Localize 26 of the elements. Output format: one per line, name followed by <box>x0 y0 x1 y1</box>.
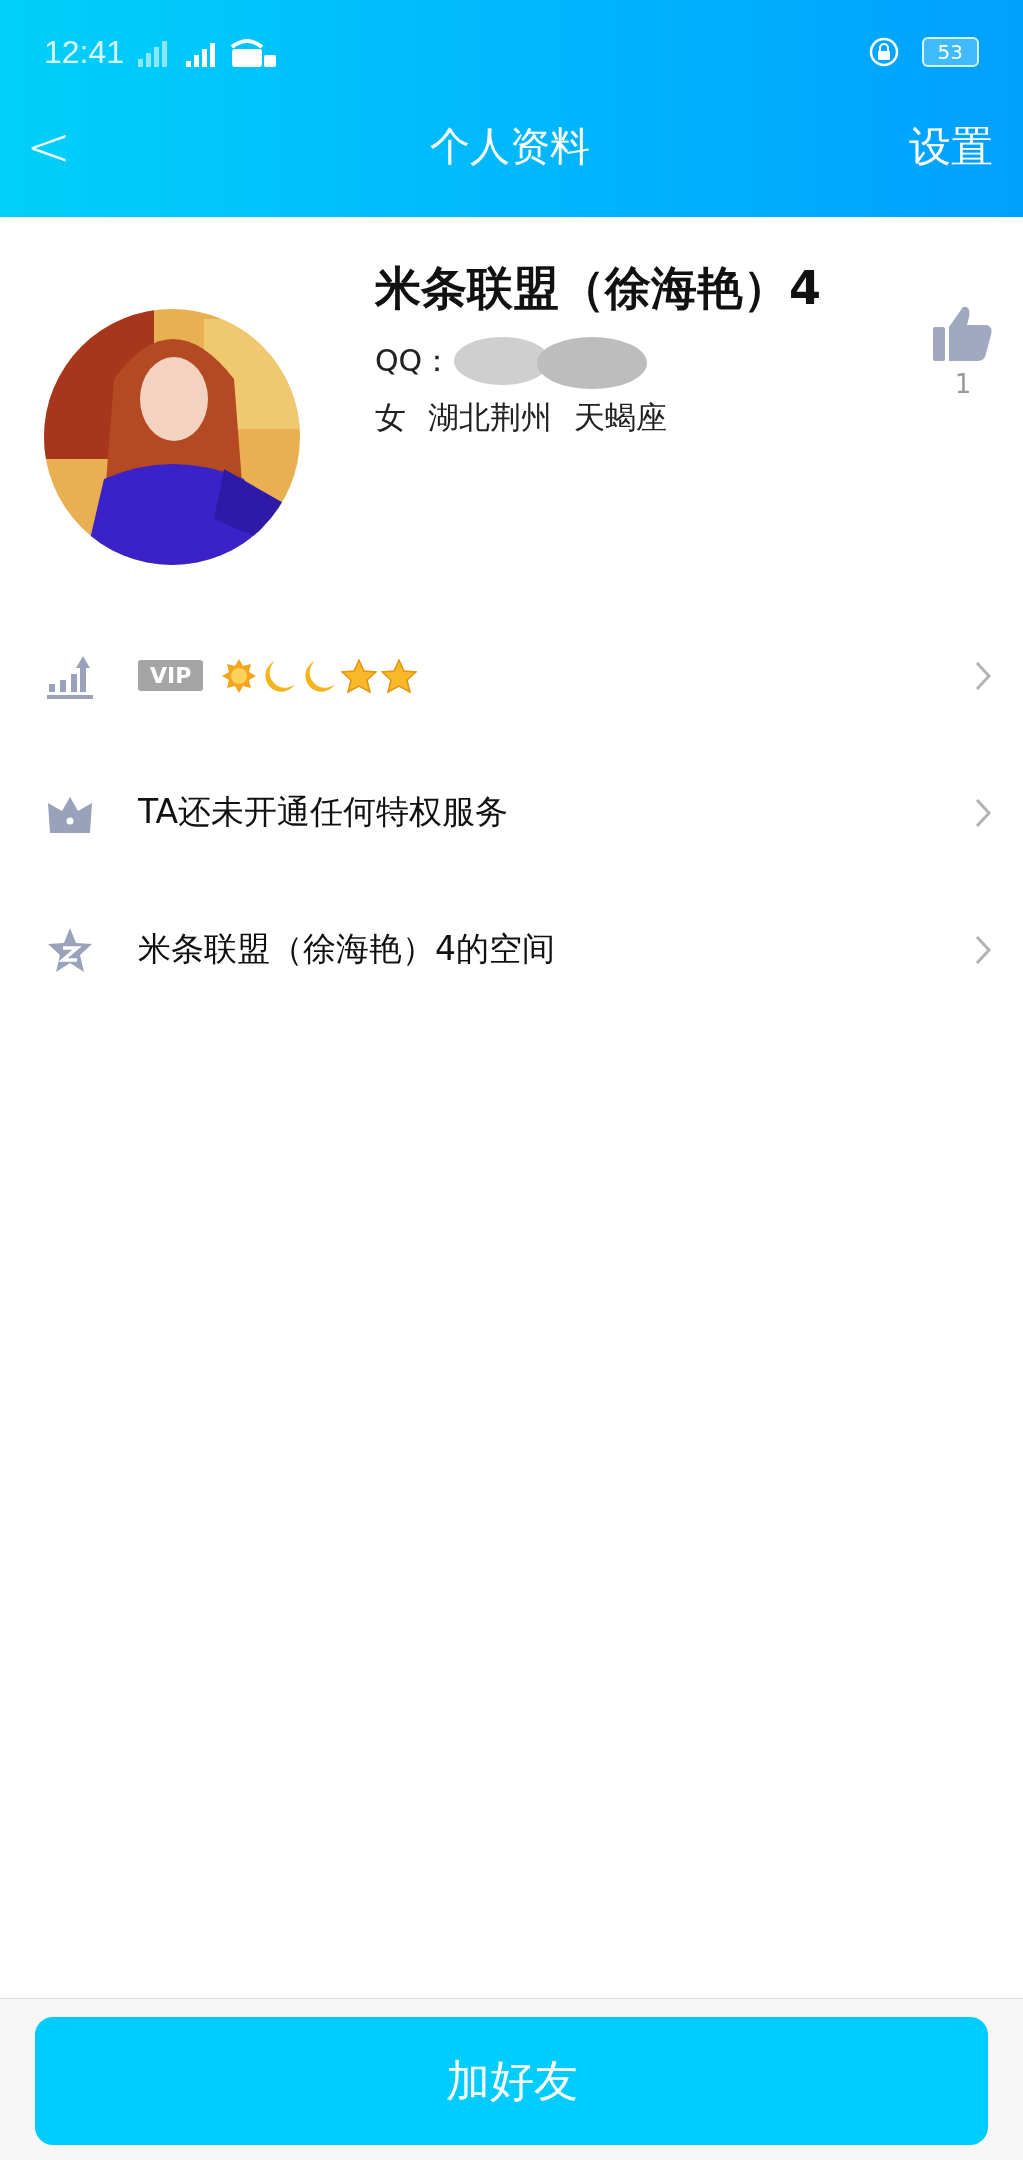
profile-name: 米条联盟（徐海艳）4 <box>375 260 822 317</box>
row-label: TA还未开通任何特权服务 <box>138 791 509 833</box>
profile-row[interactable]: TA还未开通任何特权服务 <box>0 744 1023 881</box>
location-text: 湖北荆州 <box>428 398 552 437</box>
chevron-right-icon <box>973 659 993 692</box>
like-count: 1 <box>954 369 972 399</box>
qq-label: QQ： <box>375 341 453 380</box>
battery-indicator: 53 <box>921 37 979 67</box>
chevron-right-icon <box>973 796 993 829</box>
back-button[interactable]: < <box>26 115 72 178</box>
add-friend-button[interactable]: 加好友 <box>35 2017 988 2145</box>
status-time: 12:41 <box>44 33 125 71</box>
zodiac-text: 天蝎座 <box>574 398 667 437</box>
vip-badge: VIP <box>138 660 204 691</box>
rotation-lock-icon <box>867 36 900 68</box>
chevron-right-icon <box>973 933 993 966</box>
row-label: 米条联盟（徐海艳）4的空间 <box>138 928 555 970</box>
star-level-icon <box>381 657 418 694</box>
page-title: 个人资料 <box>429 122 590 171</box>
thumbs-up-icon[interactable] <box>933 305 993 361</box>
profile-row[interactable]: 米条联盟（徐海艳）4的空间 <box>0 881 1023 1018</box>
settings-button[interactable]: 设置 <box>909 118 993 175</box>
profile-row[interactable]: VIP <box>0 607 1023 744</box>
gender-text: 女 <box>375 398 406 437</box>
star-level-icon <box>341 657 378 694</box>
sun-icon <box>221 657 258 694</box>
